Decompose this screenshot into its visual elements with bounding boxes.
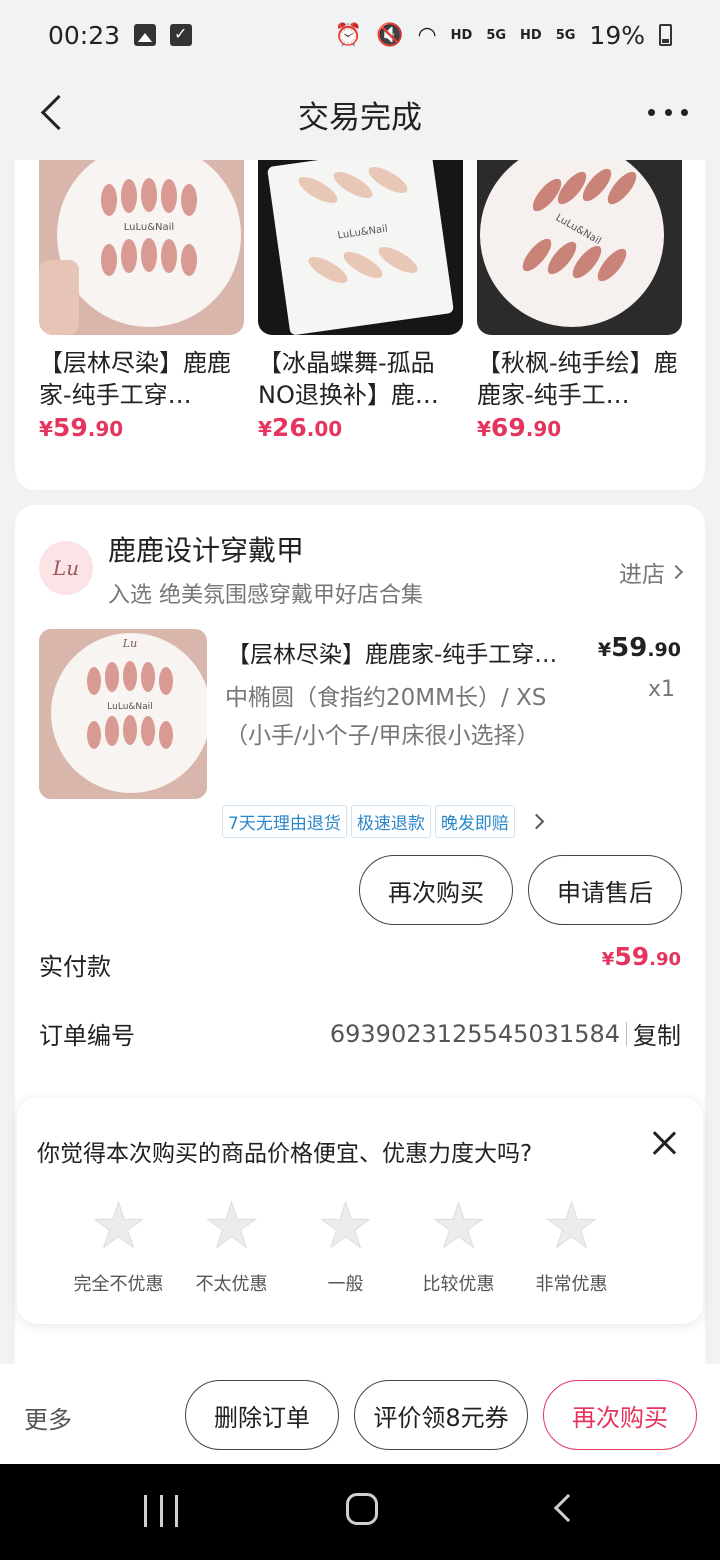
product-price: ¥59.90 [597,633,681,663]
more-options-icon[interactable] [648,100,688,124]
alarm-icon: ⏰ [334,22,363,48]
product-spec: 中椭圆（食指约20MM长）/ XS（小手/小个子/甲床很小选择） [225,685,547,749]
service-badges[interactable]: 7天无理由退货 极速退款 晚发即赔 [222,805,545,838]
recommendation-price: ¥26.00 [258,413,343,442]
delete-order-button[interactable]: 删除订单 [185,1380,339,1450]
battery-percent: 19% [589,20,645,50]
buy-again-button[interactable]: 再次购买 [359,855,513,925]
status-right: ⏰ 🔇 ◠ HD 5G HD 5G 19% [335,21,672,50]
battery-icon [659,24,672,46]
service-badge: 7天无理由退货 [222,805,347,838]
more-link[interactable]: 更多 [24,1400,72,1435]
order-number-row: 6939023125545031584 复制 [330,1016,681,1051]
close-icon[interactable] [649,1128,679,1158]
checkbox-notification-icon [170,24,193,46]
rating-label: 比较优惠 [422,1274,495,1295]
product-image[interactable]: LuLu&Nail [477,160,682,335]
rating-label: 完全不优惠 [73,1274,164,1295]
chevron-right-icon [668,564,684,580]
nav-bar: 交易完成 [0,70,720,160]
status-bar: 00:23 ⏰ 🔇 ◠ HD 5G HD 5G 19% [0,0,720,70]
enter-shop-link[interactable]: 进店 [619,555,684,589]
recommendation-item[interactable]: LuLu&Nail 【冰晶蝶舞-孤品NO退换补】鹿… ¥26.00 [258,160,463,442]
product-image[interactable]: LuLu&Nail [258,160,463,335]
recommendation-title[interactable]: 【层林尽染】鹿鹿家-纯手工穿… [39,347,244,411]
shop-name[interactable]: 鹿鹿设计穿戴甲 [108,529,304,569]
svg-text:LuLu&Nail: LuLu&Nail [107,702,152,712]
page-title: 交易完成 [298,100,422,136]
svg-text:Lu: Lu [140,160,157,163]
network-label-2: 5G [555,27,576,43]
svg-text:Lu: Lu [122,637,137,650]
product-quantity: x1 [647,677,675,702]
rating-option[interactable]: ★ 不太优惠 [175,1189,288,1296]
system-back-icon[interactable] [553,1493,583,1523]
rating-label: 一般 [327,1274,364,1295]
recommendation-title[interactable]: 【冰晶蝶舞-孤品NO退换补】鹿… [258,347,463,411]
product-image[interactable]: LuLu&Nail Lu [39,160,244,335]
wifi-icon: ◠ [417,22,437,48]
hd-label-1: HD [450,27,473,43]
recommendation-price: ¥59.90 [39,413,124,442]
rating-label: 非常优惠 [535,1274,608,1295]
copy-button[interactable]: 复制 [633,1016,681,1051]
recommendation-item[interactable]: LuLu&Nail Lu 【层林尽染】鹿鹿家-纯手工穿… ¥59.90 [39,160,244,442]
star-icon: ★ [543,1189,600,1262]
divider [626,1021,627,1046]
home-icon[interactable] [346,1493,378,1525]
rating-option[interactable]: ★ 非常优惠 [515,1189,628,1296]
star-icon: ★ [317,1189,374,1262]
network-label-1: 5G [486,27,507,43]
rating-label: 不太优惠 [195,1274,268,1295]
status-left: 00:23 [48,20,193,50]
shop-tag: 入选 绝美氛围感穿戴甲好店合集 [108,583,423,608]
star-icon: ★ [203,1189,260,1262]
service-badge: 晚发即赔 [434,805,515,838]
hd-label-2: HD [520,27,542,43]
payment-amount: ¥59.90 [601,942,681,971]
order-number-label: 订单编号 [39,1022,135,1050]
mute-icon: 🔇 [376,22,404,48]
price-survey-popup: 你觉得本次购买的商品价格便宜、优惠力度大吗? ★ 完全不优惠 ★ 不太优惠 ★ … [17,1098,703,1324]
bottom-action-bar: 更多 删除订单 评价领8元券 再次购买 [0,1364,720,1464]
payment-label: 实付款 [39,953,111,981]
buy-again-button[interactable]: 再次购买 [543,1380,697,1450]
chevron-right-icon[interactable] [528,813,545,830]
order-number-value: 6939023125545031584 [329,1019,620,1048]
recommendation-card: LuLu&Nail Lu 【层林尽染】鹿鹿家-纯手工穿… ¥59.90 LuLu… [15,160,705,490]
recommendation-price: ¥69.90 [477,413,562,442]
status-time: 00:23 [48,20,121,50]
star-icon: ★ [430,1189,487,1262]
recommendation-item[interactable]: LuLu&Nail 【秋枫-纯手绘】鹿鹿家-纯手工… ¥69.90 [477,160,682,442]
product-image[interactable]: LuLu&Nail Lu [39,629,207,799]
product-title[interactable]: 【层林尽染】鹿鹿家-纯手工穿… [227,635,577,669]
rating-option[interactable]: ★ 完全不优惠 [62,1189,175,1296]
review-coupon-button[interactable]: 评价领8元券 [354,1380,528,1450]
recommendation-title[interactable]: 【秋枫-纯手绘】鹿鹿家-纯手工… [477,347,682,411]
service-badge: 极速退款 [350,805,431,838]
rating-option[interactable]: ★ 一般 [289,1189,402,1296]
after-sale-button[interactable]: 申请售后 [528,855,682,925]
shop-logo[interactable]: Lu [39,541,93,595]
survey-question: 你觉得本次购买的商品价格便宜、优惠力度大吗? [37,1141,533,1167]
svg-text:LuLu&Nail: LuLu&Nail [124,222,174,233]
gallery-icon [134,24,157,46]
star-icon: ★ [90,1189,147,1262]
recent-apps-icon[interactable] [144,1495,178,1527]
system-nav-bar [0,1464,720,1560]
rating-option[interactable]: ★ 比较优惠 [402,1189,515,1296]
